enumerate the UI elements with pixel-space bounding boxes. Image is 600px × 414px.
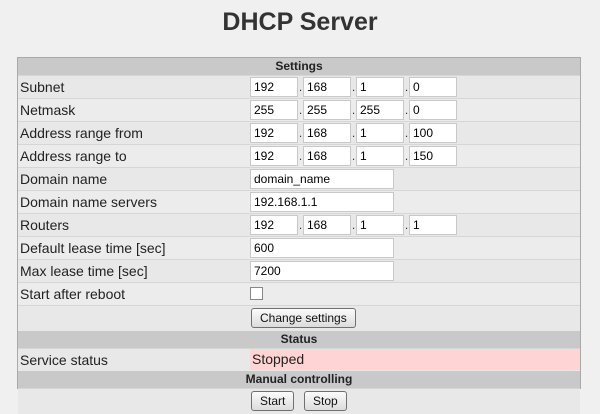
routers-ip: . . . [250, 215, 457, 235]
start-after-reboot-cell [250, 284, 263, 304]
subnet-octet-1[interactable] [250, 77, 298, 97]
routers-octet-4[interactable] [409, 215, 457, 235]
netmask-row: Netmask . . . [18, 98, 580, 121]
range-to-label: Address range to [20, 148, 127, 164]
change-settings-row: Change settings [18, 305, 580, 331]
netmask-octet-2[interactable] [303, 100, 351, 120]
manual-controlling-header: Manual controlling [18, 371, 580, 388]
range-from-octet-2[interactable] [303, 123, 351, 143]
dhcp-panel: Settings Subnet . . . Netmask . . . Addr… [17, 57, 581, 414]
dns-servers-label: Domain name servers [20, 194, 157, 210]
range-to-octet-4[interactable] [409, 146, 457, 166]
change-settings-button[interactable]: Change settings [251, 308, 356, 328]
domain-name-row: Domain name [18, 167, 580, 190]
dns-servers-cell [250, 192, 394, 212]
default-lease-input[interactable] [250, 238, 394, 258]
range-to-octet-2[interactable] [303, 146, 351, 166]
start-after-reboot-checkbox[interactable] [250, 287, 263, 300]
netmask-octet-1[interactable] [250, 100, 298, 120]
dns-servers-row: Domain name servers [18, 190, 580, 213]
default-lease-row: Default lease time [sec] [18, 236, 580, 259]
start-button[interactable]: Start [251, 391, 295, 411]
settings-header: Settings [18, 58, 580, 75]
routers-octet-2[interactable] [303, 215, 351, 235]
status-header: Status [18, 331, 580, 348]
max-lease-cell [250, 261, 394, 281]
domain-name-label: Domain name [20, 171, 108, 187]
routers-octet-1[interactable] [250, 215, 298, 235]
domain-name-input[interactable] [250, 169, 394, 189]
dns-servers-input[interactable] [250, 192, 394, 212]
range-from-row: Address range from . . . [18, 121, 580, 144]
range-from-octet-4[interactable] [409, 123, 457, 143]
range-to-ip: . . . [250, 146, 457, 166]
manual-controls-row: Start Stop [18, 388, 580, 414]
netmask-label: Netmask [20, 102, 76, 118]
page-title: DHCP Server [222, 8, 378, 36]
default-lease-label: Default lease time [sec] [20, 240, 166, 256]
range-from-octet-1[interactable] [250, 123, 298, 143]
netmask-ip: . . . [250, 100, 457, 120]
service-status-row: Service status Stopped [18, 348, 580, 371]
range-to-row: Address range to . . . [18, 144, 580, 167]
max-lease-label: Max lease time [sec] [20, 263, 148, 279]
range-from-ip: . . . [250, 123, 457, 143]
service-status-value: Stopped [250, 349, 580, 370]
subnet-octet-4[interactable] [409, 77, 457, 97]
range-to-octet-3[interactable] [356, 146, 404, 166]
subnet-ip: . . . [250, 77, 457, 97]
routers-label: Routers [20, 217, 70, 233]
range-to-octet-1[interactable] [250, 146, 298, 166]
netmask-octet-3[interactable] [356, 100, 404, 120]
start-after-reboot-row: Start after reboot [18, 282, 580, 305]
routers-row: Routers . . . [18, 213, 580, 236]
netmask-octet-4[interactable] [409, 100, 457, 120]
max-lease-row: Max lease time [sec] [18, 259, 580, 282]
subnet-row: Subnet . . . [18, 75, 580, 98]
default-lease-cell [250, 238, 394, 258]
subnet-octet-2[interactable] [303, 77, 351, 97]
routers-octet-3[interactable] [356, 215, 404, 235]
range-from-label: Address range from [20, 125, 143, 141]
subnet-octet-3[interactable] [356, 77, 404, 97]
service-status-label: Service status [20, 352, 108, 368]
subnet-label: Subnet [20, 79, 65, 95]
domain-name-cell [250, 169, 394, 189]
max-lease-input[interactable] [250, 261, 394, 281]
start-after-reboot-label: Start after reboot [20, 286, 126, 302]
range-from-octet-3[interactable] [356, 123, 404, 143]
stop-button[interactable]: Stop [304, 391, 347, 411]
